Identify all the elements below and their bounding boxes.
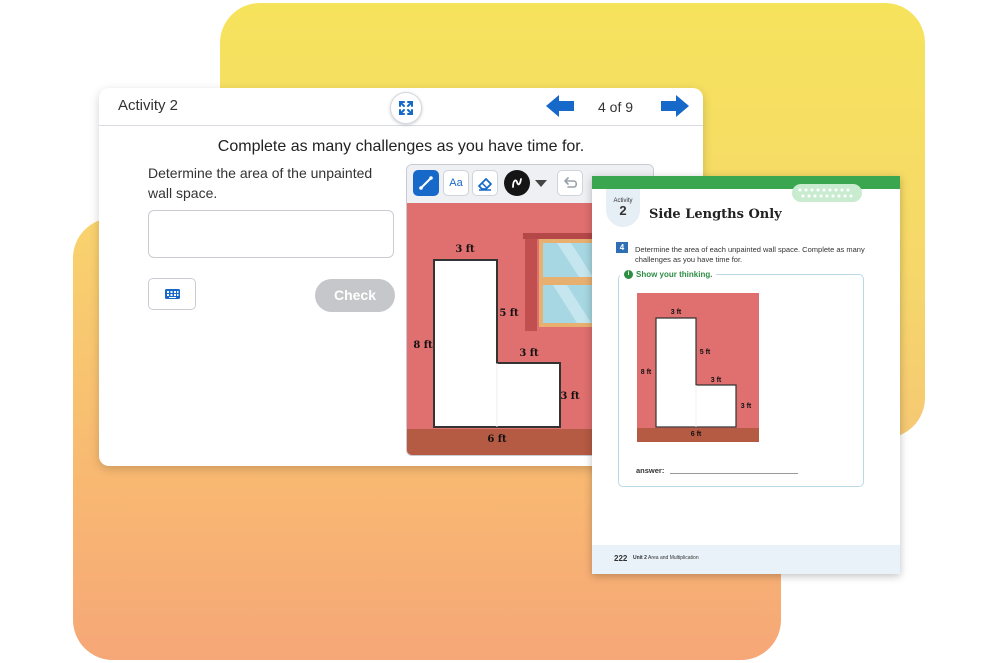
label-right: 3 ft bbox=[560, 391, 580, 402]
color-picker-icon bbox=[512, 178, 522, 188]
activity-tab: Activity 2 bbox=[606, 189, 640, 227]
wb-label-inner-vertical: 5 ft bbox=[700, 349, 711, 356]
page-indicator: 4 of 9 bbox=[598, 99, 634, 115]
window-decoration bbox=[523, 233, 603, 331]
question-prompt: Determine the area of the unpainted wall… bbox=[148, 165, 373, 201]
activity-tab-number: 2 bbox=[619, 203, 627, 218]
wb-label-top: 3 ft bbox=[671, 309, 682, 316]
show-thinking-label: i Show your thinking. bbox=[620, 270, 717, 280]
task-text: Determine the area of each unpainted wal… bbox=[635, 245, 865, 264]
text-tool-button[interactable]: Aa bbox=[443, 170, 469, 196]
answer-label: answer: bbox=[636, 466, 665, 475]
footer-unit-bold: Unit 2 bbox=[633, 555, 647, 561]
color-picker-button[interactable] bbox=[504, 170, 530, 196]
previous-button[interactable] bbox=[544, 94, 576, 123]
arrow-left-icon bbox=[546, 95, 574, 117]
label-left: 8 ft bbox=[413, 340, 433, 351]
wb-label-left: 8 ft bbox=[641, 369, 652, 376]
label-top: 3 ft bbox=[455, 244, 475, 255]
page-footer: 222 Unit 2 Area and Multiplication bbox=[592, 545, 900, 574]
keyboard-button[interactable] bbox=[148, 278, 196, 310]
wb-label-right: 3 ft bbox=[741, 403, 752, 410]
expand-icon bbox=[399, 101, 413, 115]
eraser-button[interactable] bbox=[472, 170, 498, 196]
decorative-dots bbox=[792, 184, 862, 202]
footer-unit-title: Area and Multiplication bbox=[648, 555, 699, 561]
undo-icon bbox=[564, 177, 578, 188]
info-icon: i bbox=[624, 270, 633, 280]
wb-label-bottom: 6 ft bbox=[691, 431, 702, 438]
undo-button[interactable] bbox=[557, 170, 583, 196]
label-inner-horizontal: 3 ft bbox=[519, 348, 539, 359]
next-button[interactable] bbox=[659, 94, 691, 123]
line-tool-button[interactable] bbox=[413, 170, 439, 196]
workbook-figure: 3 ft 5 ft 8 ft 3 ft 3 ft 6 ft bbox=[637, 293, 759, 442]
footer-page-number: 222 bbox=[614, 554, 628, 563]
instruction-text: Complete as many challenges as you have … bbox=[217, 138, 585, 155]
show-thinking-text: Show your thinking. bbox=[636, 270, 713, 279]
label-inner-vertical: 5 ft bbox=[499, 308, 519, 319]
label-bottom: 6 ft bbox=[487, 434, 507, 445]
footer-unit-info: Unit 2 Area and Multiplication bbox=[633, 555, 699, 561]
keyboard-icon bbox=[165, 289, 180, 299]
answer-line bbox=[670, 473, 798, 474]
answer-input[interactable] bbox=[148, 210, 394, 258]
task-number: 4 bbox=[616, 242, 628, 253]
wb-label-inner-horizontal: 3 ft bbox=[711, 377, 722, 384]
expand-button[interactable] bbox=[390, 92, 422, 124]
workbook-title: Side Lengths Only bbox=[649, 207, 782, 222]
chevron-down-icon[interactable] bbox=[535, 180, 547, 187]
arrow-right-icon bbox=[661, 95, 689, 117]
activity-title: Activity 2 bbox=[118, 97, 179, 114]
eraser-icon bbox=[478, 178, 492, 191]
text-tool-icon: Aa bbox=[449, 177, 463, 189]
activity-header: Activity 2 4 of 9 bbox=[99, 88, 703, 126]
workbook-page: Activity 2 Side Lengths Only 4 Determine… bbox=[592, 176, 900, 574]
line-tool-icon bbox=[419, 176, 433, 190]
check-button[interactable]: Check bbox=[315, 279, 395, 312]
